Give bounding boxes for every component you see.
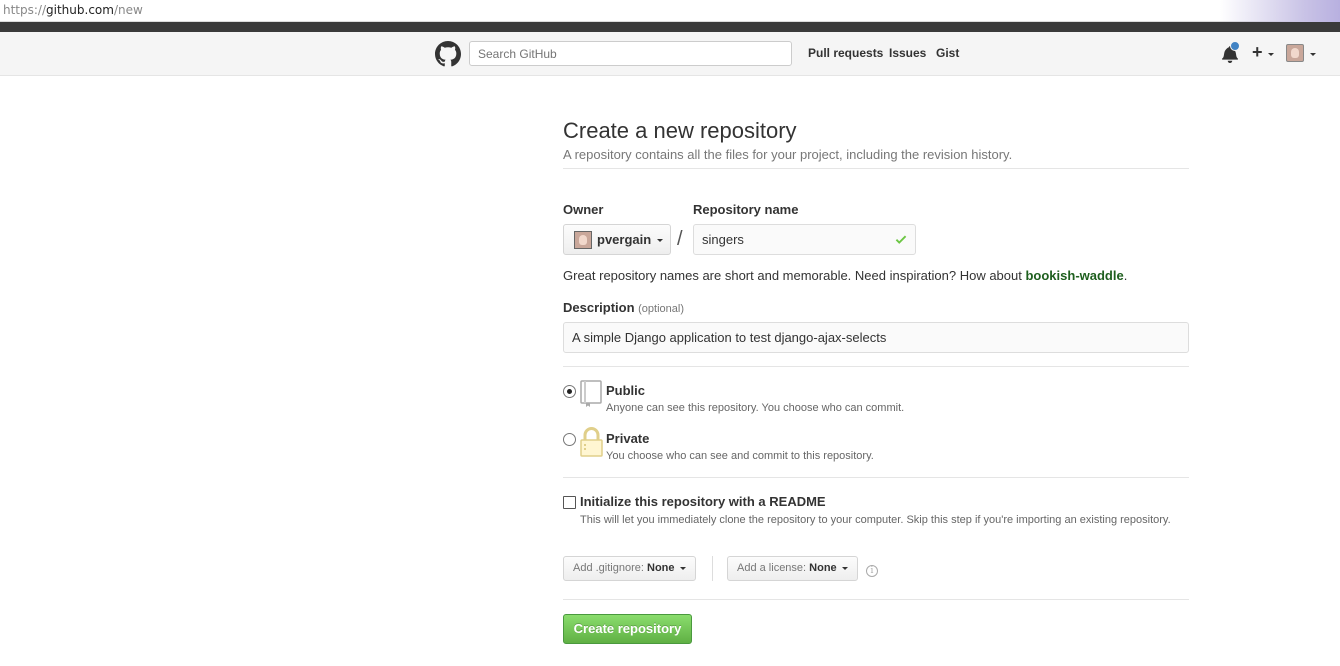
lock-icon: [580, 427, 603, 457]
private-option-title: Private: [606, 431, 650, 446]
chevron-down-icon[interactable]: [1310, 53, 1316, 56]
site-header: Pull requests Issues Gist +: [0, 32, 1340, 76]
license-select-button[interactable]: Add a license: None: [727, 556, 858, 581]
url-text[interactable]: https://github.com/new: [3, 3, 143, 17]
public-radio[interactable]: [563, 385, 576, 398]
repo-name-input[interactable]: [693, 224, 916, 255]
unread-notification-dot: [1230, 41, 1240, 51]
owner-select-button[interactable]: pvergain: [563, 224, 671, 255]
description-input[interactable]: [563, 322, 1189, 353]
private-radio[interactable]: [563, 433, 576, 446]
readme-checkbox[interactable]: [563, 496, 576, 509]
repo-book-icon: [580, 380, 602, 407]
divider: [563, 477, 1189, 478]
description-label: Description (optional): [563, 300, 684, 315]
user-avatar[interactable]: [1286, 44, 1304, 62]
public-option-title: Public: [606, 383, 646, 398]
browser-tab-strip: [0, 22, 1340, 32]
url-host: github.com: [46, 3, 114, 17]
create-new-plus-icon[interactable]: +: [1252, 42, 1263, 63]
name-suggestion-link[interactable]: bookish-waddle: [1025, 268, 1123, 283]
gitignore-select-button[interactable]: Add .gitignore: None: [563, 556, 696, 581]
search-input[interactable]: [469, 41, 792, 66]
description-label-text: Description: [563, 300, 635, 315]
url-path: /new: [113, 3, 143, 17]
chevron-down-icon: [841, 566, 848, 570]
github-logo-icon[interactable]: [435, 41, 461, 67]
url-scheme: https://: [3, 3, 47, 17]
gitignore-label: Add .gitignore:: [573, 562, 644, 574]
owner-name: pvergain: [597, 232, 652, 247]
select-separator: [712, 556, 713, 581]
valid-check-icon: [895, 235, 907, 244]
chevron-down-icon: [657, 239, 663, 242]
gitignore-value: None: [647, 562, 675, 574]
public-option-desc: Anyone can see this repository. You choo…: [606, 402, 905, 414]
browser-address-bar[interactable]: https://github.com/new: [0, 0, 1340, 22]
info-icon[interactable]: i: [866, 565, 878, 577]
repo-name-label: Repository name: [693, 202, 799, 217]
divider: [563, 168, 1189, 169]
nav-pull-requests[interactable]: Pull requests: [808, 46, 883, 60]
owner-avatar: [574, 231, 592, 249]
page-title: Create a new repository: [563, 118, 797, 143]
readme-option-desc: This will let you immediately clone the …: [580, 514, 1171, 526]
page-subtitle: A repository contains all the files for …: [563, 147, 1013, 162]
nav-gist[interactable]: Gist: [936, 46, 959, 60]
private-option-desc: You choose who can see and commit to thi…: [606, 450, 874, 462]
license-value: None: [809, 562, 837, 574]
divider: [563, 366, 1189, 367]
nav-issues[interactable]: Issues: [889, 46, 926, 60]
create-repository-button[interactable]: Create repository: [563, 614, 692, 644]
owner-label: Owner: [563, 202, 604, 217]
chevron-down-icon: [679, 566, 686, 570]
browser-theme-decoration: [1220, 0, 1340, 22]
divider: [563, 599, 1189, 600]
optional-note: (optional): [638, 303, 684, 315]
owner-repo-separator: /: [677, 228, 683, 250]
license-label: Add a license:: [737, 562, 807, 574]
readme-option-title[interactable]: Initialize this repository with a README: [580, 494, 826, 509]
chevron-down-icon[interactable]: [1268, 53, 1274, 56]
repo-name-hint: Great repository names are short and mem…: [563, 268, 1127, 283]
hint-text: Great repository names are short and mem…: [563, 268, 1022, 283]
hint-period: .: [1123, 268, 1128, 283]
